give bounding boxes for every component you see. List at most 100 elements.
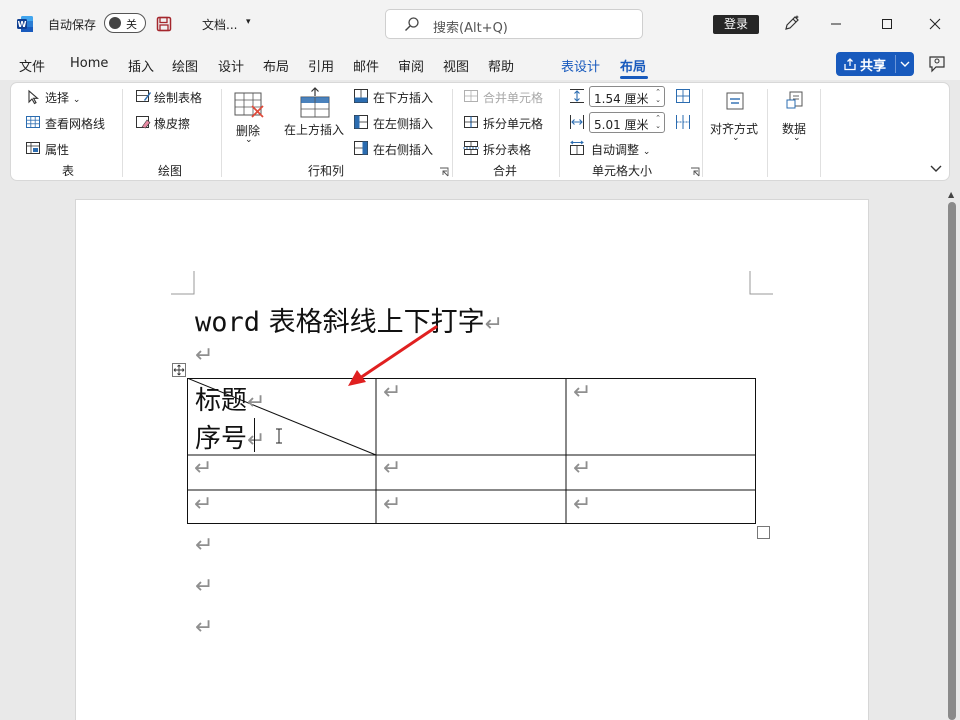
- svg-text:W: W: [18, 20, 27, 29]
- data-icon: [786, 91, 803, 109]
- login-button[interactable]: 登录: [713, 15, 759, 34]
- chevron-down-icon[interactable]: [899, 57, 911, 71]
- share-icon: [844, 58, 856, 71]
- autosave-toggle[interactable]: 关: [104, 13, 146, 33]
- properties-icon: [26, 142, 40, 154]
- tab-home[interactable]: Home: [70, 56, 108, 71]
- chevron-down-icon[interactable]: ⌄: [732, 133, 740, 143]
- annotation-arrow: [348, 325, 438, 386]
- tab-design[interactable]: 设计: [218, 56, 244, 75]
- column-width-field[interactable]: 5.01 厘米 ⌃ ⌄: [589, 112, 665, 133]
- text-caret: [254, 418, 255, 452]
- insert-below-icon: [354, 89, 368, 103]
- group-label-cell-size: 单元格大小: [592, 164, 653, 178]
- select-cursor-icon: [28, 89, 39, 105]
- merge-cells-button[interactable]: 合并单元格: [483, 89, 543, 106]
- scrollbar-thumb[interactable]: [948, 202, 956, 720]
- eraser-button[interactable]: 橡皮擦: [154, 115, 190, 132]
- paragraph-mark: ↵: [383, 456, 402, 481]
- chevron-down-icon[interactable]: ▾: [246, 17, 251, 27]
- row-height-field[interactable]: 1.54 厘米 ⌃ ⌄: [589, 86, 665, 107]
- draw-table-icon: [136, 90, 151, 102]
- group-separator: [820, 89, 821, 177]
- select-label: 选择: [45, 91, 70, 105]
- header-number-text: 序号: [195, 424, 248, 454]
- chevron-down-icon[interactable]: ⌄: [793, 133, 801, 143]
- insert-above-icon: [300, 87, 330, 118]
- maximize-icon[interactable]: [877, 14, 897, 34]
- column-width-icon: [570, 115, 584, 129]
- tab-help[interactable]: 帮助: [488, 56, 514, 75]
- draw-table-button[interactable]: 绘制表格: [154, 89, 202, 106]
- autofit-icon: [570, 140, 584, 155]
- paragraph-mark: ↵: [383, 492, 402, 517]
- table-resize-handle[interactable]: [757, 526, 770, 539]
- insert-right-icon: [354, 141, 368, 155]
- table-move-handle-icon[interactable]: [172, 363, 186, 377]
- select-button[interactable]: 选择 ⌄: [45, 89, 80, 106]
- gridlines-icon: [26, 116, 40, 128]
- paragraph-mark: ↵: [573, 492, 592, 517]
- share-label: 共享: [860, 59, 887, 74]
- split-table-button[interactable]: 拆分表格: [483, 141, 531, 158]
- view-gridlines-button[interactable]: 查看网格线: [45, 115, 105, 132]
- document-title[interactable]: 文档...: [202, 16, 237, 33]
- paragraph-mark: ↵: [195, 574, 214, 599]
- chevron-down-icon[interactable]: ⌄: [655, 96, 661, 104]
- chevron-down-icon[interactable]: ⌄: [655, 122, 661, 130]
- dialog-launcher-icon[interactable]: [439, 167, 449, 177]
- paragraph-mark: ↵: [573, 456, 592, 481]
- toggle-knob: [109, 17, 121, 29]
- crop-mark-top-right: [749, 271, 773, 295]
- group-separator: [221, 89, 222, 177]
- insert-below-button[interactable]: 在下方插入: [373, 89, 433, 106]
- search-box[interactable]: 搜索(Alt+Q): [385, 9, 643, 39]
- autofit-button[interactable]: 自动调整 ⌄: [591, 141, 650, 158]
- group-label-draw: 绘图: [158, 164, 183, 178]
- ibeam-cursor-icon: [276, 428, 282, 444]
- chevron-up-icon[interactable]: ⌃: [655, 88, 661, 96]
- tab-view[interactable]: 视图: [443, 56, 469, 75]
- insert-above-button[interactable]: 在上方插入: [284, 121, 344, 138]
- dialog-launcher-icon[interactable]: [690, 167, 700, 177]
- tab-mailings[interactable]: 邮件: [353, 56, 379, 75]
- designer-pen-icon[interactable]: [783, 14, 801, 32]
- chevron-up-icon[interactable]: ⌃: [655, 114, 661, 122]
- row-height-value: 1.54 厘米: [594, 92, 649, 106]
- paragraph-mark: ↵: [247, 428, 266, 453]
- minimize-icon[interactable]: [826, 14, 846, 34]
- tab-insert[interactable]: 插入: [128, 56, 154, 75]
- chevron-down-icon[interactable]: ⌄: [245, 135, 253, 145]
- tab-file[interactable]: 文件: [19, 56, 45, 75]
- distribute-rows-icon[interactable]: [675, 88, 691, 104]
- group-label-rows-columns: 行和列: [308, 164, 345, 178]
- close-icon[interactable]: [925, 14, 945, 34]
- tab-references[interactable]: 引用: [308, 56, 334, 75]
- paragraph-mark: ↵: [247, 390, 266, 415]
- tab-draw[interactable]: 绘图: [172, 56, 198, 75]
- tab-review[interactable]: 审阅: [398, 56, 424, 75]
- eraser-icon: [136, 116, 151, 129]
- paragraph-mark: ↵: [573, 380, 592, 405]
- ribbon: 选择 ⌄ 查看网格线 属性 表 绘制表格 橡皮擦 绘图 删除 ⌄ 在上方插入 在…: [10, 82, 950, 181]
- insert-right-button[interactable]: 在右侧插入: [373, 141, 433, 158]
- share-button[interactable]: 共享: [836, 52, 914, 76]
- chevron-down-icon[interactable]: [929, 163, 943, 175]
- insert-left-button[interactable]: 在左侧插入: [373, 115, 433, 132]
- group-separator: [559, 89, 560, 177]
- tab-layout-page[interactable]: 布局: [263, 56, 289, 75]
- cell-top-left-line1[interactable]: 标题↵: [195, 380, 265, 417]
- tab-table-design[interactable]: 表设计: [561, 56, 600, 75]
- search-placeholder: 搜索(Alt+Q): [433, 21, 508, 36]
- distribute-columns-icon[interactable]: [675, 114, 691, 130]
- scroll-up-icon[interactable]: ▲: [948, 190, 954, 199]
- delete-table-icon: [234, 92, 264, 118]
- tab-table-layout[interactable]: 布局: [620, 56, 646, 75]
- comments-icon[interactable]: [927, 54, 947, 74]
- properties-button[interactable]: 属性: [45, 141, 69, 158]
- group-label-table: 表: [62, 164, 75, 178]
- header-title-text: 标题: [195, 386, 248, 416]
- split-cells-button[interactable]: 拆分单元格: [483, 115, 543, 132]
- document-table[interactable]: [187, 378, 756, 524]
- save-icon[interactable]: [156, 16, 172, 32]
